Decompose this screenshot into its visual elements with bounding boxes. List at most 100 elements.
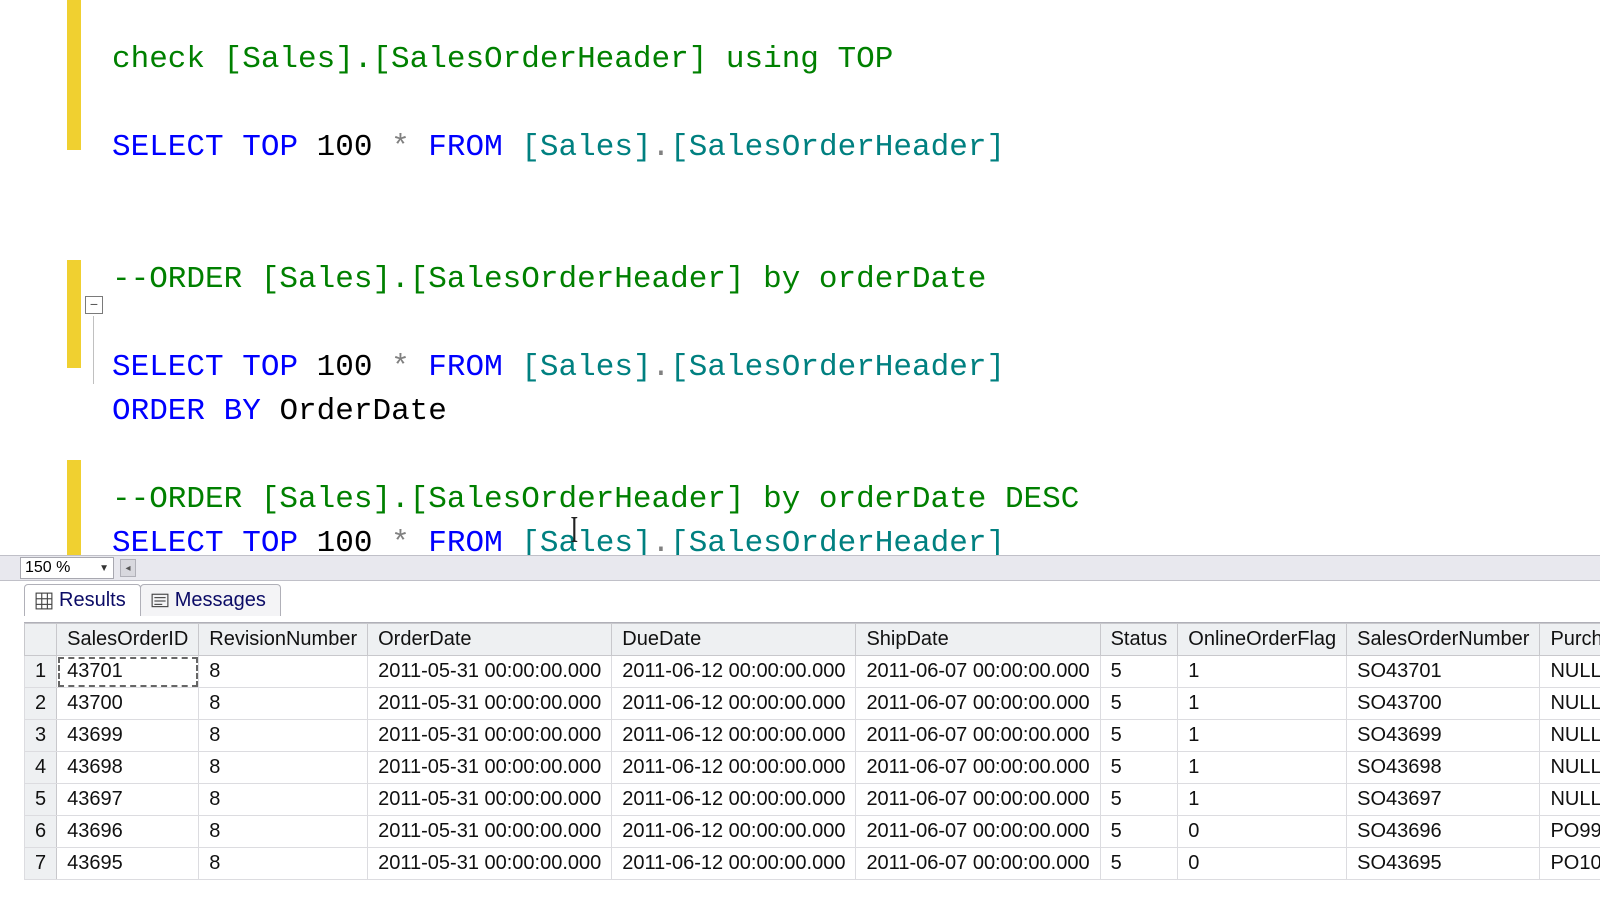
cell[interactable]: 5 — [1100, 656, 1178, 688]
cell[interactable]: 43695 — [57, 848, 199, 880]
cell[interactable]: 8 — [199, 752, 368, 784]
cell[interactable]: 2011-05-31 00:00:00.000 — [368, 752, 612, 784]
cell[interactable]: 2011-06-12 00:00:00.000 — [612, 688, 856, 720]
cell[interactable]: 2011-06-12 00:00:00.000 — [612, 720, 856, 752]
cell[interactable]: 2011-06-12 00:00:00.000 — [612, 752, 856, 784]
cell[interactable]: 8 — [199, 688, 368, 720]
cell[interactable]: NULL — [1540, 688, 1600, 720]
comment-line: --ORDER [Sales].[SalesOrderHeader] by or… — [112, 262, 986, 297]
col-header[interactable]: DueDate — [612, 624, 856, 656]
cell[interactable]: 43701 — [57, 656, 199, 688]
row-number[interactable]: 1 — [25, 656, 57, 688]
cell[interactable]: SO43696 — [1347, 816, 1540, 848]
grid-corner[interactable] — [25, 624, 57, 656]
table-row[interactable]: 54369782011-05-31 00:00:00.0002011-06-12… — [25, 784, 1600, 816]
col-header[interactable]: RevisionNumber — [199, 624, 368, 656]
cell[interactable]: 8 — [199, 656, 368, 688]
chevron-down-icon: ▼ — [99, 563, 109, 574]
cell[interactable]: 2011-05-31 00:00:00.000 — [368, 784, 612, 816]
cell[interactable]: NULL — [1540, 720, 1600, 752]
fold-gutter: − — [83, 0, 107, 555]
table-row[interactable]: 24370082011-05-31 00:00:00.0002011-06-12… — [25, 688, 1600, 720]
col-header[interactable]: ShipDate — [856, 624, 1100, 656]
cell[interactable]: SO43697 — [1347, 784, 1540, 816]
scroll-left-icon[interactable]: ◂ — [120, 559, 136, 577]
cell[interactable]: SO43699 — [1347, 720, 1540, 752]
col-header[interactable]: Status — [1100, 624, 1178, 656]
cell[interactable]: 1 — [1178, 656, 1347, 688]
col-header[interactable]: SalesOrderNumber — [1347, 624, 1540, 656]
cell[interactable]: 43698 — [57, 752, 199, 784]
cell[interactable]: PO9947131800 — [1540, 816, 1600, 848]
cell[interactable]: 2011-06-12 00:00:00.000 — [612, 848, 856, 880]
col-header[interactable]: SalesOrderID — [57, 624, 199, 656]
cell[interactable]: 5 — [1100, 720, 1178, 752]
cell[interactable]: 5 — [1100, 752, 1178, 784]
row-number[interactable]: 6 — [25, 816, 57, 848]
cell[interactable]: 2011-05-31 00:00:00.000 — [368, 720, 612, 752]
col-header[interactable]: OnlineOrderFlag — [1178, 624, 1347, 656]
table-row[interactable]: 14370182011-05-31 00:00:00.0002011-06-12… — [25, 656, 1600, 688]
zoom-level-select[interactable]: 150 % ▼ — [20, 557, 114, 579]
fold-toggle-icon[interactable]: − — [85, 296, 103, 314]
col-header[interactable]: PurchaseOrderNu — [1540, 624, 1600, 656]
cell[interactable]: 8 — [199, 784, 368, 816]
tab-results[interactable]: Results — [24, 584, 141, 616]
cell[interactable]: SO43700 — [1347, 688, 1540, 720]
row-number[interactable]: 5 — [25, 784, 57, 816]
cell[interactable]: 8 — [199, 816, 368, 848]
cell[interactable]: 43699 — [57, 720, 199, 752]
table-row[interactable]: 34369982011-05-31 00:00:00.0002011-06-12… — [25, 720, 1600, 752]
cell[interactable]: 2011-05-31 00:00:00.000 — [368, 848, 612, 880]
cell[interactable]: 5 — [1100, 848, 1178, 880]
cell[interactable]: 2011-05-31 00:00:00.000 — [368, 656, 612, 688]
cell[interactable]: 5 — [1100, 816, 1178, 848]
cell[interactable]: 0 — [1178, 816, 1347, 848]
cell[interactable]: 2011-06-07 00:00:00.000 — [856, 816, 1100, 848]
cell[interactable]: 1 — [1178, 752, 1347, 784]
comment-line: check [Sales].[SalesOrderHeader] using T… — [112, 42, 893, 77]
cell[interactable]: 2011-05-31 00:00:00.000 — [368, 816, 612, 848]
cell[interactable]: NULL — [1540, 752, 1600, 784]
row-number[interactable]: 4 — [25, 752, 57, 784]
cell[interactable]: 2011-06-12 00:00:00.000 — [612, 816, 856, 848]
cell[interactable]: NULL — [1540, 656, 1600, 688]
results-grid[interactable]: SalesOrderID RevisionNumber OrderDate Du… — [24, 622, 1600, 898]
tab-messages[interactable]: Messages — [140, 584, 281, 616]
cell[interactable]: 1 — [1178, 720, 1347, 752]
cell[interactable]: 1 — [1178, 688, 1347, 720]
table-row[interactable]: 64369682011-05-31 00:00:00.0002011-06-12… — [25, 816, 1600, 848]
cell[interactable]: 2011-06-07 00:00:00.000 — [856, 720, 1100, 752]
cell[interactable]: 2011-06-12 00:00:00.000 — [612, 784, 856, 816]
cell[interactable]: 2011-06-07 00:00:00.000 — [856, 688, 1100, 720]
cell[interactable]: 2011-06-07 00:00:00.000 — [856, 784, 1100, 816]
cell[interactable]: 43696 — [57, 816, 199, 848]
cell[interactable]: 8 — [199, 848, 368, 880]
cell[interactable]: 0 — [1178, 848, 1347, 880]
messages-icon — [151, 592, 169, 610]
code-content: check [Sales].[SalesOrderHeader] using T… — [112, 0, 1079, 555]
cell[interactable]: 43700 — [57, 688, 199, 720]
cell[interactable]: 1 — [1178, 784, 1347, 816]
col-header[interactable]: OrderDate — [368, 624, 612, 656]
cell[interactable]: PO10179176559 — [1540, 848, 1600, 880]
table-row[interactable]: 74369582011-05-31 00:00:00.0002011-06-12… — [25, 848, 1600, 880]
cell[interactable]: SO43701 — [1347, 656, 1540, 688]
cell[interactable]: SO43698 — [1347, 752, 1540, 784]
cell[interactable]: 5 — [1100, 784, 1178, 816]
cell[interactable]: NULL — [1540, 784, 1600, 816]
cell[interactable]: 2011-06-07 00:00:00.000 — [856, 656, 1100, 688]
cell[interactable]: 5 — [1100, 688, 1178, 720]
cell[interactable]: 2011-06-12 00:00:00.000 — [612, 656, 856, 688]
cell[interactable]: 8 — [199, 720, 368, 752]
cell[interactable]: SO43695 — [1347, 848, 1540, 880]
cell[interactable]: 43697 — [57, 784, 199, 816]
row-number[interactable]: 3 — [25, 720, 57, 752]
row-number[interactable]: 7 — [25, 848, 57, 880]
cell[interactable]: 2011-05-31 00:00:00.000 — [368, 688, 612, 720]
sql-editor[interactable]: − check [Sales].[SalesOrderHeader] using… — [0, 0, 1600, 555]
cell[interactable]: 2011-06-07 00:00:00.000 — [856, 752, 1100, 784]
table-row[interactable]: 44369882011-05-31 00:00:00.0002011-06-12… — [25, 752, 1600, 784]
row-number[interactable]: 2 — [25, 688, 57, 720]
cell[interactable]: 2011-06-07 00:00:00.000 — [856, 848, 1100, 880]
